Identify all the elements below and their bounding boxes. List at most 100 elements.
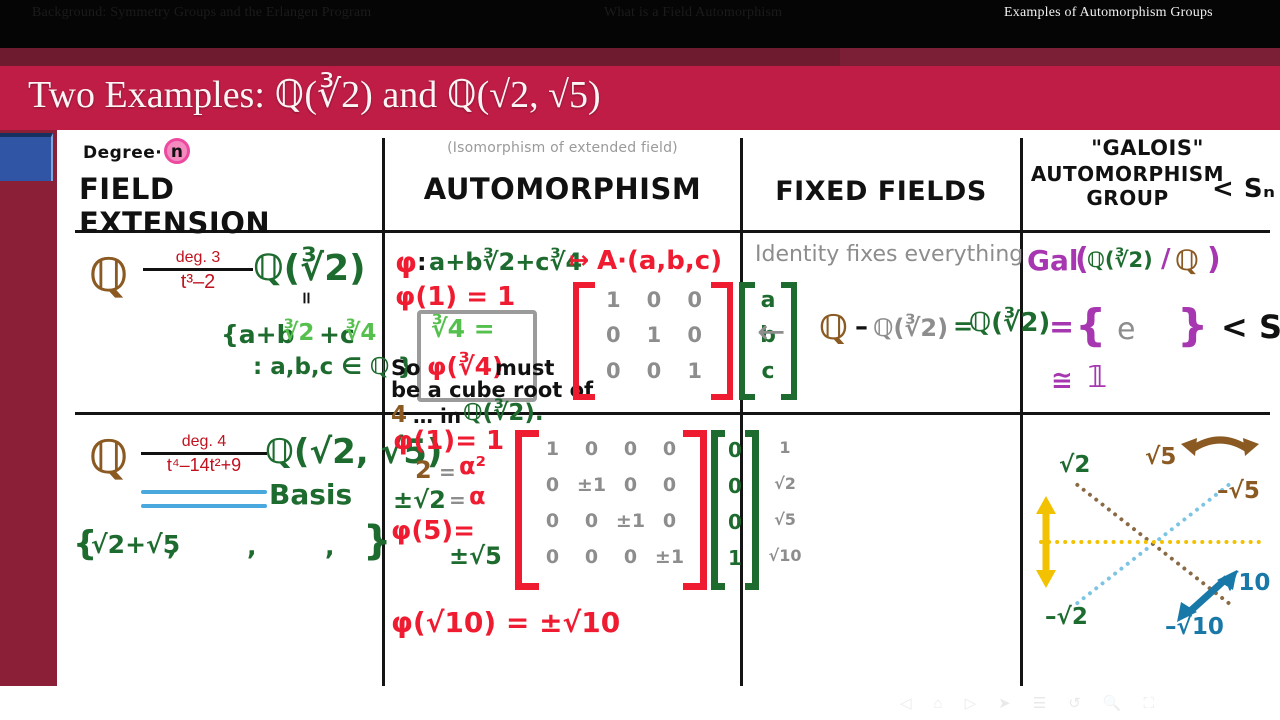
row2-basis-label: Basis	[269, 478, 353, 511]
row2-polynomial: t⁴–14t²+9	[166, 454, 242, 475]
row2-klein-four-diagram: √2 –√2 √5 –√5 √10 –√10	[1025, 422, 1270, 672]
header-galois-quote: "GALOIS"	[1091, 136, 1204, 160]
row2-diagonal-matrix: 1 0 0 0 0 ±1 0 0 0 0 ±1 0 0 0 0 ±1	[515, 430, 707, 590]
nav-item-background[interactable]: Background: Symmetry Groups and the Erla…	[32, 5, 371, 21]
title-band-upper-left	[0, 48, 840, 66]
vector-cell: c	[761, 358, 775, 384]
slide-title-expr-2: ℚ(√2, √5)	[446, 74, 601, 116]
matrix-cell: ±1	[576, 474, 607, 496]
sidebar-rail	[0, 130, 57, 720]
undo-icon[interactable]: ↺	[1068, 694, 1081, 712]
row2-basis-labels: 1 √2 √5 √10	[763, 438, 807, 582]
row2-base-field: ℚ	[89, 430, 129, 484]
row2-matrix-right-bracket	[683, 430, 707, 590]
row1-base-field: ℚ	[89, 248, 129, 302]
matrix-cell: 0	[662, 474, 677, 496]
row1-equals-sign: =	[296, 290, 317, 306]
degree-n-value: n	[170, 142, 184, 162]
row1-gal-subgroup: < S₃	[1221, 308, 1280, 346]
pointer-icon[interactable]: ➤	[998, 694, 1011, 712]
diagram-arrow-brown	[1181, 436, 1259, 456]
header-subgroup-sn: < Sₙ	[1212, 174, 1276, 204]
row1-note-phi-cbrt4: φ(∛4)	[427, 352, 504, 381]
matrix-cell: 0	[687, 323, 702, 348]
row2-degree-label: deg. 4	[181, 433, 227, 450]
nav-item-what-is-field-automorphism[interactable]: What is a Field Automorphism	[604, 5, 782, 21]
matrix-cell: ±1	[654, 546, 685, 568]
vector-right-bracket	[781, 282, 797, 400]
row2-eq-2: =	[449, 488, 466, 512]
row1-note-four: 4	[391, 402, 408, 428]
nav-item-examples-of-automorphism-groups[interactable]: Examples of Automorphism Groups	[1004, 5, 1213, 21]
matrix-cell: 0	[623, 438, 638, 460]
row1-gal-rbrace: }	[1177, 300, 1209, 351]
header-automorphism-group-line1: AUTOMORPHISM	[1030, 162, 1225, 186]
row1-set-cbrt2: ∛2	[283, 320, 315, 346]
matrix-cell: 0	[606, 358, 621, 383]
row2-matrix-cells: 1 0 0 0 0 ±1 0 0 0 0 ±1 0 0 0 0 ±1	[533, 438, 689, 582]
next-page-icon[interactable]: ▷	[965, 694, 977, 712]
row1-fixed-arrow: ←	[757, 312, 786, 352]
row1-gal-trivial: 𝟙	[1087, 360, 1108, 395]
row2-vector: 0 0 0 1	[711, 430, 759, 590]
row1-gal-close: )	[1207, 242, 1221, 277]
grid-hline-row1	[75, 412, 1270, 415]
row2-underline-1	[141, 490, 267, 494]
matrix-cell: 0	[646, 288, 662, 312]
diagram-label-neg-sqrt2: –√2	[1045, 604, 1088, 630]
zoom-icon[interactable]: 🔍	[1103, 694, 1122, 712]
diagram-label-sqrt2: √2	[1059, 452, 1091, 478]
row2-vector-left-bracket	[711, 430, 725, 590]
row1-gal-eq: =	[1049, 310, 1075, 345]
matrix-cell: 0	[662, 438, 677, 460]
row1-map-domain: a+b∛2+c∛4	[429, 248, 583, 276]
vector-cell: 0	[728, 438, 742, 462]
row1-note-field: ℚ(∛2).	[463, 400, 544, 426]
row1-note-so: So	[391, 356, 421, 380]
row1-gal-identity-element: e	[1117, 312, 1136, 347]
vector-cell: 1	[728, 546, 742, 570]
row1-degree-fraction: deg. 3 t³–2	[143, 249, 253, 293]
fullscreen-icon[interactable]: ⛶	[1143, 695, 1154, 712]
row2-set-close: }	[363, 518, 392, 564]
row2-phi-of-sqrt10: φ(√10) = ±√10	[391, 606, 621, 639]
row2-basis-comma-1: ,	[167, 532, 177, 561]
menu-icon[interactable]: ☰	[1033, 694, 1046, 712]
row1-gal-inner: ℚ(∛2)	[1087, 248, 1153, 272]
row1-phi-symbol: φ	[395, 246, 417, 279]
header-field-extension: FIELD EXTENSION	[79, 172, 271, 240]
matrix-cell: ±1	[615, 510, 646, 532]
matrix-cell: 1	[545, 438, 560, 460]
row2-alpha: α	[469, 482, 486, 510]
matrix-right-bracket	[711, 282, 733, 400]
row1-identity-matrix: 100010001	[573, 282, 733, 400]
vector-cell: 0	[728, 474, 742, 498]
row1-phi-of-one: φ(1) = 1	[395, 282, 516, 312]
row1-note-cube-root: be a cube root of	[391, 378, 594, 402]
matrix-cell: 0	[584, 510, 599, 532]
header-automorphism-group-line2: GROUP	[1086, 186, 1169, 210]
row2-pm-sqrt2: ±√2	[393, 486, 446, 514]
row2-two: 2	[415, 456, 432, 484]
home-icon[interactable]: ⌂	[934, 695, 943, 712]
row1-fixed-target: ℚ(∛2)	[969, 308, 1051, 338]
diagram-horizontal-gold	[1039, 540, 1261, 544]
matrix-cell: 1	[687, 358, 702, 383]
row2-eq-1: =	[439, 460, 456, 484]
matrix-cell: 0	[623, 546, 638, 568]
row1-polynomial: t³–2	[180, 270, 216, 293]
row2-phi-of-five-value: ±√5	[449, 542, 502, 570]
prev-page-icon[interactable]: ◁	[900, 694, 912, 712]
header-automorphism: AUTOMORPHISM	[423, 172, 702, 206]
row1-fixed-base: ℚ	[819, 308, 848, 348]
matrix-cell: 0	[545, 474, 560, 496]
row1-map-colon: :	[417, 248, 427, 276]
matrix-left-bracket	[573, 282, 595, 400]
sidebar-slide-marker[interactable]	[0, 133, 53, 181]
basis-label: √5	[774, 510, 796, 529]
viewer-controls[interactable]: ◁ ⌂ ▷ ➤ ☰ ↺ 🔍 ⛶	[900, 690, 1280, 716]
matrix-cell: 0	[545, 510, 560, 532]
row2-basis-comma-3: ,	[325, 532, 335, 561]
matrix-cell: 0	[606, 323, 621, 348]
slide-title: Two Examples: ℚ(∛2) and ℚ(√2, √5)	[28, 72, 601, 117]
